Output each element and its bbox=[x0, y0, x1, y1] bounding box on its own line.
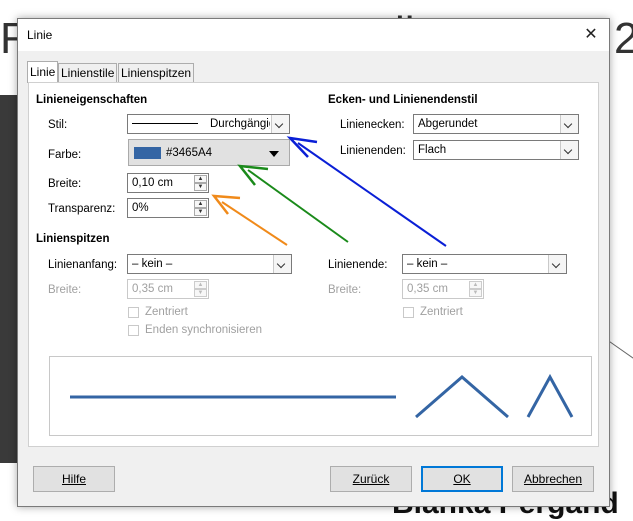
annotation-arrows bbox=[211, 136, 447, 247]
orange-annotation-arrow bbox=[211, 194, 288, 246]
green-annotation-arrow bbox=[237, 164, 349, 243]
blue-annotation-arrow bbox=[286, 136, 447, 247]
